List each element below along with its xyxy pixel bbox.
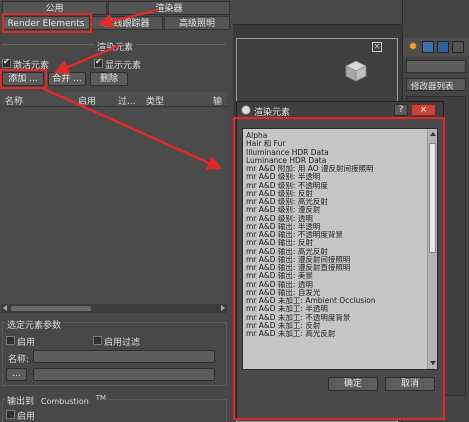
column-name[interactable]: 名称 — [5, 94, 23, 107]
annotation-box-render-elements-tab — [2, 13, 92, 33]
output-title-text: 输出到 — [7, 397, 35, 407]
output-enable-checkbox[interactable] — [6, 410, 15, 419]
create-tab-icon[interactable]: ✹ — [407, 41, 419, 53]
viewport-close-icon[interactable]: × — [372, 42, 382, 52]
modify-tab-icon[interactable] — [422, 41, 434, 53]
column-enabled[interactable]: 启用 — [78, 94, 96, 107]
object-name-field[interactable] — [406, 60, 466, 73]
tab-raytracer[interactable]: 光线跟踪器 — [91, 16, 163, 30]
section-title: 渲染元素 — [94, 40, 137, 53]
output-enable-label: 启用 — [17, 412, 36, 422]
name-label: 名称: — [8, 355, 30, 365]
tab-renderer[interactable]: 渲染器 — [108, 1, 230, 15]
enable-filter-label: 启用过滤 — [104, 338, 141, 348]
annotation-box-add-button — [0, 69, 47, 89]
display-elements-label: 显示元素 — [105, 61, 142, 71]
enable-label: 启用 — [17, 338, 36, 348]
merge-button[interactable]: 合并 ... — [48, 72, 86, 86]
enable-filter-checkbox[interactable] — [93, 336, 102, 345]
elements-table-header — [1, 92, 227, 107]
column-type[interactable]: 类型 — [146, 94, 164, 107]
dialog-help-button[interactable]: ? — [394, 104, 408, 116]
scroll-left-arrow[interactable] — [3, 305, 7, 311]
elements-table[interactable] — [1, 107, 227, 304]
output-tm: TM — [95, 394, 107, 402]
modifier-list-label: 修改器列表 — [411, 82, 454, 92]
activate-elements-checkbox[interactable] — [2, 57, 11, 68]
scroll-thumb[interactable] — [11, 306, 91, 311]
motion-tab-icon[interactable] — [452, 41, 464, 53]
enable-checkbox[interactable] — [6, 336, 15, 345]
name-field[interactable] — [33, 350, 215, 363]
display-elements-checkbox[interactable] — [94, 57, 103, 68]
column-filter[interactable]: 过... — [118, 94, 136, 107]
selected-params-title: 选定元素参数 — [5, 318, 64, 331]
dialog-close-button[interactable]: × — [411, 104, 436, 116]
scroll-right-arrow[interactable] — [221, 305, 225, 311]
browse-button[interactable]: ... — [6, 368, 27, 381]
path-field[interactable] — [33, 368, 215, 381]
viewport-top-bar — [233, 0, 402, 25]
annotation-box-dialog — [233, 117, 445, 420]
output-combustion: Combustion — [40, 397, 89, 406]
modifier-list-dropdown[interactable]: 修改器列表 — [406, 78, 466, 92]
dialog-app-icon — [241, 105, 251, 115]
hierarchy-tab-icon[interactable] — [437, 41, 449, 53]
horizontal-scrollbar[interactable] — [1, 304, 227, 313]
column-output[interactable]: 输 — [213, 94, 222, 107]
tab-advanced-lighting[interactable]: 高级照明 — [164, 16, 230, 30]
delete-button[interactable]: 删除 — [90, 72, 128, 86]
viewcube-icon[interactable] — [345, 60, 367, 82]
output-title: 输出到 Combustion TM — [5, 394, 109, 407]
